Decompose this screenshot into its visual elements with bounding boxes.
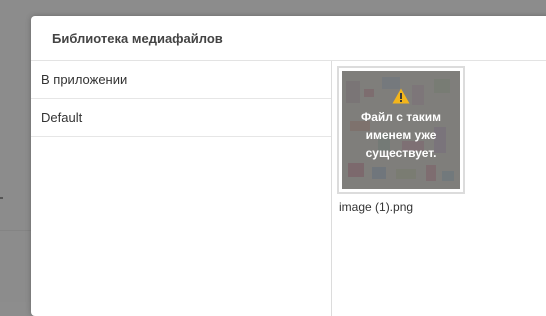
warning-icon (392, 88, 410, 104)
dialog-title: Библиотека медиафайлов (52, 30, 223, 46)
dialog-header: Библиотека медиафайлов (31, 16, 546, 61)
sidebar-item-label: Default (41, 110, 83, 125)
media-item[interactable]: Файл с таким именем уже существует. imag… (337, 66, 465, 214)
duplicate-warning-overlay: Файл с таким именем уже существует. (342, 71, 460, 189)
duplicate-file-message: Файл с таким именем уже существует. (360, 110, 442, 160)
file-name: image (1).png (339, 200, 414, 214)
media-grid: Файл с таким именем уже существует. imag… (332, 61, 546, 316)
media-library-dialog: Библиотека медиафайлов В приложении Defa… (31, 16, 546, 316)
sidebar-item-in-app[interactable]: В приложении (31, 61, 331, 99)
sidebar-item-label: В приложении (41, 72, 128, 87)
sidebar-item-default[interactable]: Default (31, 99, 331, 137)
background-divider (0, 230, 31, 231)
background-mark (0, 197, 3, 199)
dialog-body: В приложении Default Файл с таким именем… (31, 61, 546, 316)
folder-sidebar: В приложении Default (31, 61, 332, 316)
media-thumbnail-frame[interactable]: Файл с таким именем уже существует. (337, 66, 465, 194)
